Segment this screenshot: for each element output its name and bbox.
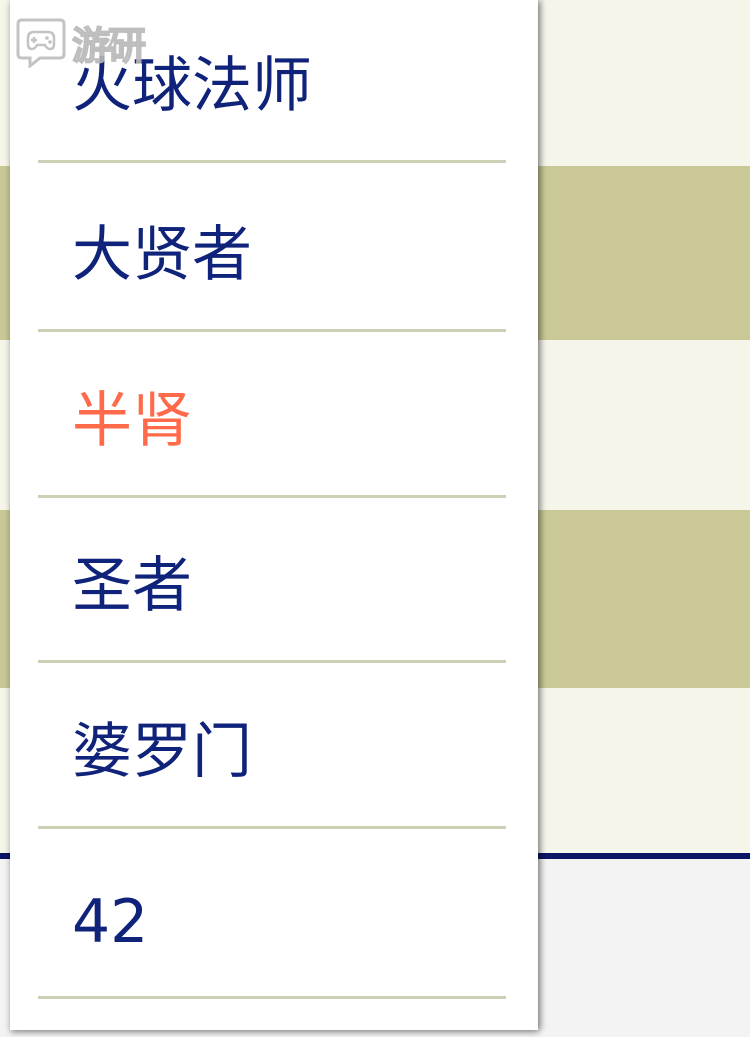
watermark: 游研 — [16, 14, 147, 70]
option-label: 42 — [72, 887, 149, 957]
gamepad-chat-icon — [16, 18, 66, 68]
option-label: 半肾 — [72, 386, 192, 456]
option-brahmin[interactable]: 婆罗门 — [38, 663, 506, 829]
option-half-kidney[interactable]: 半肾 — [38, 332, 506, 498]
option-label: 圣者 — [72, 551, 192, 621]
option-label: 大贤者 — [72, 220, 252, 290]
option-label: 婆罗门 — [72, 717, 252, 787]
option-42[interactable]: 42 — [38, 829, 506, 999]
dropdown-menu[interactable]: 火球法师 大贤者 半肾 圣者 婆罗门 42 — [10, 0, 538, 1030]
option-saint[interactable]: 圣者 — [38, 498, 506, 663]
option-great-sage[interactable]: 大贤者 — [38, 163, 506, 332]
watermark-text: 游研 — [71, 23, 147, 69]
